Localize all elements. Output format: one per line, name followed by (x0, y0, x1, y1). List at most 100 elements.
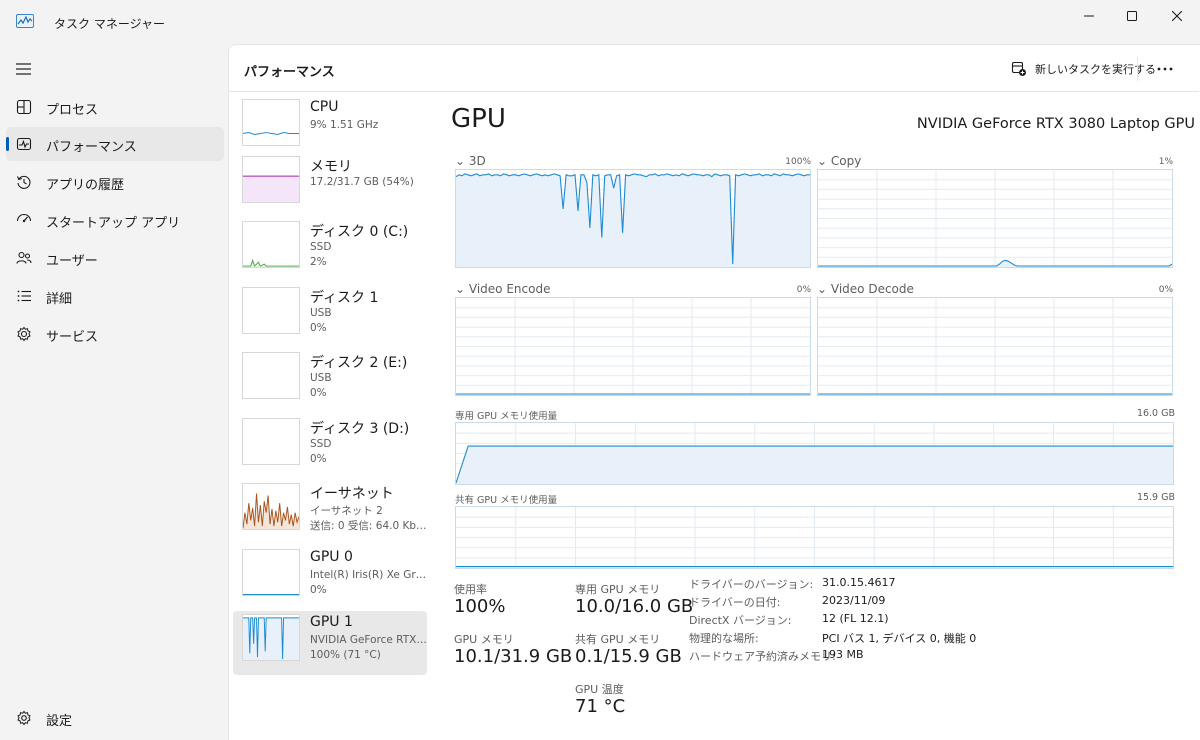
device-name: GPU 1 (310, 614, 353, 630)
gpu-temperature-label: GPU 温度 (575, 683, 624, 696)
nav-item-settings[interactable]: 設定 (6, 701, 224, 735)
nav-item-app-history[interactable]: アプリの履歴 (6, 165, 224, 199)
engine-selector-video-decode[interactable]: ⌄ Video Decode (817, 282, 914, 296)
engine-label-3d: 3D (468, 154, 486, 168)
dedicated-memory-graph-label: 専用 GPU メモリ使用量 (455, 411, 558, 422)
nav-item-label: サービス (46, 330, 99, 345)
maximize-icon (1127, 11, 1137, 21)
nav-item-users[interactable]: ユーザー (6, 241, 224, 275)
engine-selector-video-encode[interactable]: ⌄ Video Encode (455, 282, 550, 296)
device-thumbnail-graph (242, 418, 300, 465)
gpu-memory-label: GPU メモリ (454, 633, 514, 646)
content-header: パフォーマンス 新しいタスクを実行する (229, 45, 1199, 92)
more-options-button[interactable] (1153, 59, 1177, 79)
dedicated-memory-label: 専用 GPU メモリ (575, 583, 661, 596)
gpu-memory-value: 10.1/31.9 GB (454, 646, 573, 667)
engine-label-video-encode: Video Encode (468, 282, 551, 296)
device-item-cpu[interactable]: CPU 9% 1.51 GHz (233, 96, 427, 160)
device-item-disk-3[interactable]: ディスク 3 (D:) SSD 0% (233, 415, 427, 479)
device-item-gpu-1[interactable]: GPU 1 NVIDIA GeForce RTX 3080 Laptop GPU 1… (233, 611, 428, 675)
engine-selector-copy[interactable]: ⌄ Copy (817, 154, 861, 168)
processes-icon (16, 99, 32, 115)
chevron-down-icon: ⌄ (455, 282, 466, 296)
settings-gear-icon (17, 710, 31, 726)
chevron-down-icon: ⌄ (455, 154, 466, 168)
gpu-heading: GPU (451, 104, 506, 134)
active-indicator (6, 137, 9, 151)
device-item-ethernet[interactable]: イーサネット イーサネット 2 送信: 0 受信: 64.0 Kbps (233, 480, 428, 544)
device-detail: USB (310, 307, 332, 319)
history-icon (16, 175, 31, 189)
maximize-button[interactable] (1109, 0, 1155, 32)
device-detail: SSD (310, 241, 332, 253)
nav-item-processes[interactable]: プロセス (6, 90, 224, 124)
minimize-icon (1084, 15, 1094, 17)
engine-selector-3d[interactable]: ⌄ 3D (455, 154, 486, 168)
page-title: パフォーマンス (244, 65, 335, 80)
hardware-reserved-memory-value: 193 MB (822, 648, 864, 661)
device-item-disk-2[interactable]: ディスク 2 (E:) USB 0% (233, 349, 427, 413)
header-separator (1137, 57, 1138, 81)
dedicated-memory-value: 10.0/16.0 GB (575, 596, 694, 617)
startup-icon (16, 213, 32, 223)
engine-max-copy: 1% (1158, 157, 1173, 167)
device-name: メモリ (310, 159, 352, 175)
series-dedicated-memory-area (456, 446, 1173, 484)
device-detail: Intel(R) Iris(R) Xe Graphics (310, 569, 428, 581)
shared-memory-graph-label: 共有 GPU メモリ使用量 (455, 495, 558, 506)
device-item-memory[interactable]: メモリ 17.2/31.7 GB (54%) (233, 153, 427, 217)
device-detail: イーサネット 2 (310, 505, 383, 517)
title-bar: タスク マネージャー (0, 0, 1200, 44)
hardware-reserved-memory-key: ハードウェア予約済みメモリ: (689, 650, 836, 663)
graph-dedicated-memory (455, 422, 1174, 485)
services-icon (17, 326, 31, 342)
engine-max-video-encode: 0% (796, 285, 811, 295)
driver-date-key: ドライバーの日付: (689, 596, 781, 609)
details-icon (17, 290, 31, 302)
device-detail: 0% (310, 387, 327, 399)
users-icon (16, 251, 32, 264)
utilization-label: 使用率 (454, 583, 487, 596)
nav-item-label: 設定 (46, 714, 73, 729)
device-detail: NVIDIA GeForce RTX 3080 Laptop GPU (310, 634, 428, 646)
device-item-gpu-0[interactable]: GPU 0 Intel(R) Iris(R) Xe Graphics 0% (233, 546, 428, 610)
close-button[interactable] (1154, 0, 1200, 32)
nav-item-label: ユーザー (46, 254, 98, 269)
nav-item-label: プロセス (46, 103, 99, 118)
thumbnail-area (243, 176, 299, 202)
nav-item-details[interactable]: 詳細 (6, 279, 224, 313)
device-name: GPU 0 (310, 549, 353, 565)
graph-3d (455, 169, 811, 268)
physical-location-key: 物理的な場所: (689, 632, 759, 645)
navigation-pane: プロセス パフォーマンス アプリの履歴 スタートアップ アプリ ユーザー 詳細 … (0, 44, 228, 740)
nav-item-performance[interactable]: パフォーマンス (6, 127, 224, 161)
device-detail: 0% (310, 584, 327, 596)
nav-item-startup-apps[interactable]: スタートアップ アプリ (6, 203, 224, 237)
minimize-button[interactable] (1066, 0, 1112, 32)
task-manager-window: タスク マネージャー プロセス パフォーマンス アプリの履歴 スタートアップ ア… (0, 0, 1200, 740)
performance-content: パフォーマンス 新しいタスクを実行する CPU 9% 1.51 GHz メモリ 17.… (228, 44, 1200, 740)
thumbnail-area (243, 493, 299, 529)
device-item-disk-1[interactable]: ディスク 1 USB 0% (233, 284, 427, 348)
run-new-task-button[interactable]: 新しいタスクを実行する (1011, 61, 1156, 77)
device-detail: 2% (310, 256, 327, 268)
graph-video-encode (455, 297, 811, 396)
nav-item-label: アプリの履歴 (46, 178, 125, 193)
engine-label-copy: Copy (830, 154, 862, 168)
device-detail: USB (310, 372, 332, 384)
device-detail: 0% (310, 453, 327, 465)
device-detail: 送信: 0 受信: 64.0 Kbps (310, 520, 428, 532)
driver-date-value: 2023/11/09 (822, 594, 886, 607)
series-3d-area (456, 173, 810, 267)
nav-item-services[interactable]: サービス (6, 317, 224, 351)
gpu-temperature-value: 71 °C (575, 696, 626, 717)
dedicated-memory-graph-max: 16.0 GB (1136, 408, 1175, 419)
close-icon (1172, 11, 1182, 21)
device-item-disk-0[interactable]: ディスク 0 (C:) SSD 2% (233, 218, 427, 282)
device-detail: SSD (310, 438, 332, 450)
hamburger-menu-icon[interactable] (14, 60, 34, 78)
gpu-detail-panel: GPU NVIDIA GeForce RTX 3080 Laptop GPU ⌄… (451, 96, 1199, 736)
performance-icon (16, 137, 32, 151)
device-name: ディスク 0 (C:) (310, 224, 409, 240)
device-detail: 0% (310, 322, 327, 334)
